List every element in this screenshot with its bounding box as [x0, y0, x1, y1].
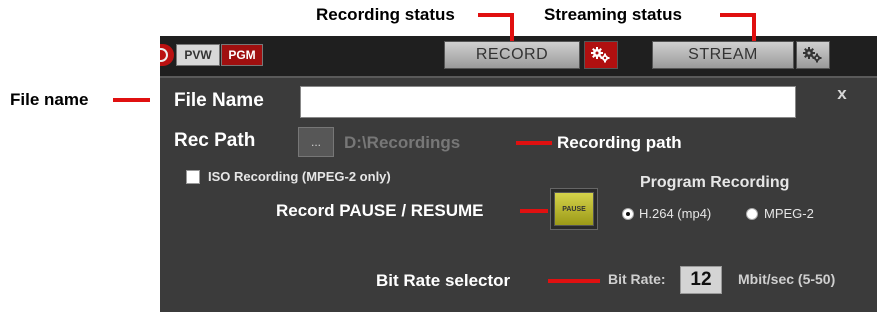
- annotation-line: [752, 13, 756, 41]
- annotation-recording-path: Recording path: [557, 133, 682, 152]
- annotation-streaming-status: Streaming status: [544, 5, 682, 24]
- pgm-button[interactable]: PGM: [221, 44, 263, 66]
- format-mpeg2-radio[interactable]: [746, 208, 758, 220]
- annotation-line: [520, 209, 548, 213]
- annotation-file-name: File name: [10, 90, 89, 109]
- rec-path-value: D:\Recordings: [344, 133, 461, 152]
- browse-path-button[interactable]: ...: [298, 127, 334, 157]
- annotation-line: [720, 13, 756, 17]
- close-icon[interactable]: x: [834, 85, 850, 102]
- annotation-line: [478, 13, 514, 17]
- format-h264-label: H.264 (mp4): [639, 206, 712, 221]
- pause-resume-button[interactable]: PAUSE: [550, 188, 598, 230]
- pause-button-face: PAUSE: [554, 192, 594, 226]
- annotation-line: [510, 13, 514, 41]
- format-h264-radio[interactable]: [622, 208, 634, 220]
- gear-icon: [803, 47, 822, 63]
- stream-button[interactable]: STREAM: [652, 41, 794, 69]
- iso-recording-checkbox[interactable]: [186, 170, 200, 184]
- gear-icon: [591, 47, 610, 63]
- file-name-label: File Name: [174, 90, 264, 111]
- annotation-line: [516, 141, 552, 145]
- annotation-bit-rate-selector: Bit Rate selector: [376, 271, 511, 290]
- file-name-input[interactable]: [300, 86, 796, 118]
- program-recording-label: Program Recording: [640, 174, 790, 191]
- iso-recording-label: ISO Recording (MPEG-2 only): [208, 169, 391, 184]
- annotation-line: [548, 279, 600, 283]
- annotation-recording-status: Recording status: [316, 5, 455, 24]
- bit-rate-input[interactable]: 12: [680, 266, 722, 294]
- format-mpeg2-label: MPEG-2: [764, 206, 814, 221]
- pvw-button[interactable]: PVW: [176, 44, 220, 66]
- annotation-line: [113, 98, 150, 102]
- record-button[interactable]: RECORD: [444, 41, 580, 69]
- record-settings-button[interactable]: [584, 41, 618, 69]
- bit-rate-label: Bit Rate:: [608, 271, 666, 287]
- stream-settings-button[interactable]: [796, 41, 830, 69]
- rec-path-label: Rec Path: [174, 130, 256, 151]
- annotation-record-pause-resume: Record PAUSE / RESUME: [276, 201, 484, 220]
- bit-rate-unit: Mbit/sec (5-50): [738, 271, 836, 287]
